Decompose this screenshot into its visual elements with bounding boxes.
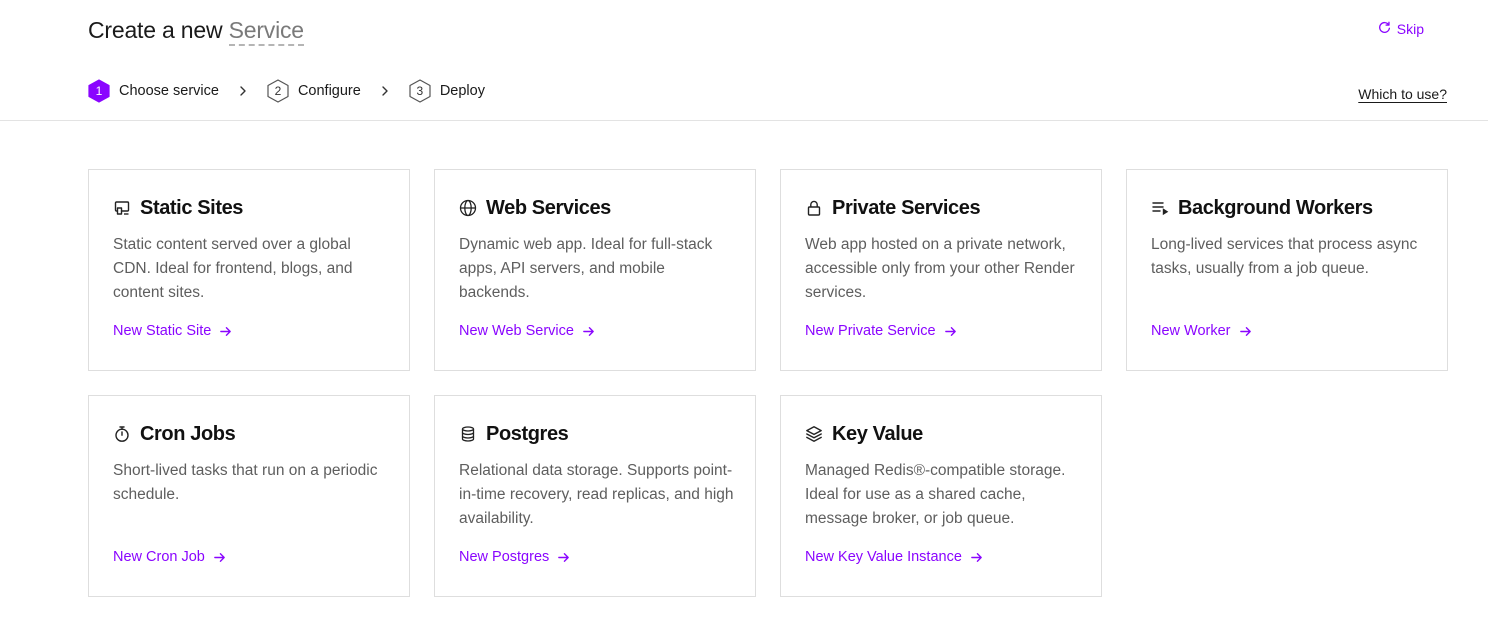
card-header: Key Value bbox=[805, 422, 1077, 446]
skip-button[interactable]: Skip bbox=[1378, 21, 1424, 37]
step-3-label: Deploy bbox=[439, 83, 485, 99]
arrow-right-icon bbox=[583, 326, 594, 336]
arrow-right-icon bbox=[214, 552, 225, 562]
card-title: Cron Jobs bbox=[140, 422, 236, 445]
card-link-label: New Key Value Instance bbox=[805, 549, 962, 565]
card-link-label: New Private Service bbox=[805, 323, 936, 339]
step-3-hex-icon: 3 bbox=[409, 79, 431, 103]
new-key-value-instance-link[interactable]: New Key Value Instance bbox=[805, 549, 983, 565]
card-title: Web Services bbox=[486, 196, 611, 219]
service-card-key-value[interactable]: Key Value Managed Redis®-compatible stor… bbox=[780, 395, 1102, 597]
service-card-web-services[interactable]: Web Services Dynamic web app. Ideal for … bbox=[434, 169, 756, 371]
static-site-icon bbox=[114, 201, 130, 215]
card-header: Private Services bbox=[805, 196, 1077, 220]
card-description: Web app hosted on a private network, acc… bbox=[805, 236, 1075, 301]
card-header: Postgres bbox=[459, 422, 731, 446]
arrow-right-icon bbox=[220, 326, 232, 336]
card-title: Postgres bbox=[486, 422, 569, 445]
new-cron-job-link[interactable]: New Cron Job bbox=[113, 549, 226, 565]
page-title: Create a new Service bbox=[88, 17, 304, 46]
service-card-postgres[interactable]: Postgres Relational data storage. Suppor… bbox=[434, 395, 756, 597]
card-title: Static Sites bbox=[140, 196, 244, 219]
card-description: Dynamic web app. Ideal for full-stack ap… bbox=[459, 236, 713, 301]
card-link-label: New Cron Job bbox=[113, 549, 205, 565]
card-link-label: New Static Site bbox=[113, 323, 212, 339]
stopwatch-icon bbox=[115, 426, 129, 442]
lock-icon bbox=[807, 200, 821, 216]
card-link-label: New Worker bbox=[1151, 323, 1231, 339]
card-description: Short-lived tasks that run on a periodic… bbox=[113, 462, 378, 503]
skip-label: Skip bbox=[1396, 21, 1424, 37]
card-title: Key Value bbox=[832, 422, 923, 445]
arrow-right-icon bbox=[558, 552, 570, 562]
new-private-service-link[interactable]: New Private Service bbox=[805, 323, 957, 339]
step-configure[interactable]: 2 Configure bbox=[267, 79, 361, 103]
step-2-number: 2 bbox=[274, 84, 282, 98]
new-static-site-link[interactable]: New Static Site bbox=[113, 323, 232, 339]
service-card-cron-jobs[interactable]: Cron Jobs Short-lived tasks that run on … bbox=[88, 395, 410, 597]
globe-icon bbox=[459, 199, 477, 217]
card-header: Static Sites bbox=[113, 196, 385, 220]
page-title-highlight: Service bbox=[228, 17, 304, 46]
card-title: Private Services bbox=[832, 196, 981, 219]
stepper: 1 Choose service 2 Configure 3 Deploy bbox=[88, 79, 485, 103]
service-card-static-sites[interactable]: Static Sites Static content served over … bbox=[88, 169, 410, 371]
redo-icon bbox=[1378, 21, 1391, 37]
arrow-right-icon bbox=[1239, 326, 1251, 336]
card-description: Static content served over a global CDN.… bbox=[113, 236, 353, 301]
database-icon bbox=[461, 426, 475, 442]
page-header: Create a new Service Skip 1 Choose servi… bbox=[0, 0, 1488, 121]
step-2-hex-icon: 2 bbox=[267, 79, 289, 103]
step-3-number: 3 bbox=[416, 84, 424, 98]
new-web-service-link[interactable]: New Web Service bbox=[459, 323, 595, 339]
card-header: Web Services bbox=[459, 196, 731, 220]
chevron-right-icon bbox=[240, 86, 246, 96]
arrow-right-icon bbox=[944, 326, 956, 336]
service-card-background-workers[interactable]: Background Workers Long-lived services t… bbox=[1126, 169, 1448, 371]
which-to-use-link[interactable]: Which to use? bbox=[1358, 86, 1447, 102]
step-1-label: Choose service bbox=[119, 83, 219, 99]
step-2-label: Configure bbox=[297, 83, 361, 99]
page-title-prefix: Create a new bbox=[88, 17, 229, 43]
queue-list-icon bbox=[1152, 202, 1169, 216]
card-header: Cron Jobs bbox=[113, 422, 385, 446]
step-deploy[interactable]: 3 Deploy bbox=[409, 79, 485, 103]
step-1-hex-icon: 1 bbox=[88, 79, 110, 103]
service-card-private-services[interactable]: Private Services Web app hosted on a pri… bbox=[780, 169, 1102, 371]
card-link-label: New Web Service bbox=[459, 323, 574, 339]
new-worker-link[interactable]: New Worker bbox=[1151, 323, 1252, 339]
card-description: Long-lived services that process async t… bbox=[1151, 236, 1418, 277]
layers-icon bbox=[806, 426, 822, 442]
arrow-right-icon bbox=[971, 552, 982, 562]
chevron-right-icon bbox=[382, 86, 388, 96]
card-title: Background Workers bbox=[1178, 196, 1373, 219]
new-postgres-link[interactable]: New Postgres bbox=[459, 549, 570, 565]
step-choose-service[interactable]: 1 Choose service bbox=[88, 79, 219, 103]
step-1-number: 1 bbox=[95, 84, 103, 98]
card-description: Relational data storage. Supports point-… bbox=[459, 462, 734, 527]
card-header: Background Workers bbox=[1151, 196, 1423, 220]
card-description: Managed Redis®-compatible storage. Ideal… bbox=[805, 462, 1066, 527]
card-link-label: New Postgres bbox=[459, 549, 550, 565]
